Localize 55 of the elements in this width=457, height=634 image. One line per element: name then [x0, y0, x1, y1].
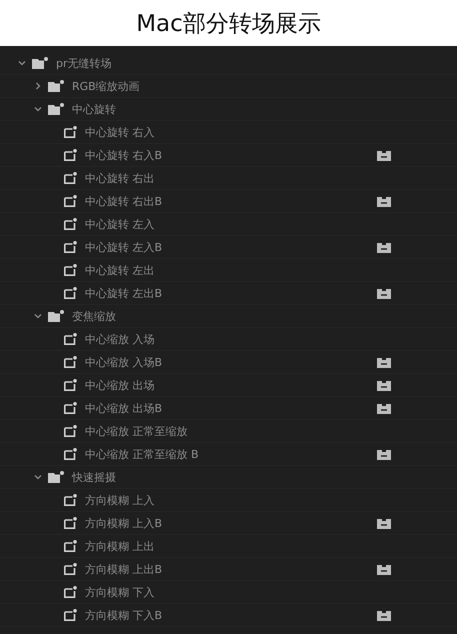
chevron-right-icon: [34, 82, 42, 90]
effect-label[interactable]: 方向模糊 上出: [85, 538, 154, 554]
effect-icon: [64, 402, 77, 414]
effect-icon: [64, 333, 77, 345]
folder-label[interactable]: 中心旋转: [72, 102, 116, 116]
effect-label[interactable]: 中心旋转 左出B: [85, 286, 162, 300]
effect-label[interactable]: 中心旋转 右出: [85, 170, 154, 186]
effect-label[interactable]: 方向模糊 上出B: [85, 562, 162, 576]
effect-icon: [64, 218, 77, 230]
effect-label[interactable]: 中心旋转 右入: [85, 124, 154, 140]
effect-label[interactable]: 中心缩放 出场: [85, 378, 154, 392]
effect-icon: [64, 540, 77, 552]
effect-icon: [64, 448, 77, 460]
folder-label[interactable]: RGB缩放动画: [72, 78, 140, 94]
effect-label[interactable]: 中心旋转 右出B: [85, 194, 162, 208]
effect-icon: [64, 494, 77, 506]
effect-icon: [64, 356, 77, 368]
effect-label[interactable]: 中心缩放 出场B: [85, 400, 162, 416]
effect-icon: [64, 609, 77, 621]
effect-label[interactable]: 方向模糊 上入: [85, 492, 154, 508]
folder-icon: [48, 310, 64, 322]
folder-label[interactable]: 快速摇摄: [72, 470, 116, 484]
effect-icon: [64, 126, 77, 138]
folder-label[interactable]: pr无缝转场: [56, 56, 112, 70]
effect-icon: [64, 425, 77, 437]
effect-icon: [64, 149, 77, 161]
effect-label[interactable]: 方向模糊 下入: [85, 584, 154, 600]
effect-icon: [64, 172, 77, 184]
effect-label[interactable]: 中心缩放 正常至缩放 B: [85, 446, 199, 462]
effect-label[interactable]: 中心缩放 入场B: [85, 354, 162, 370]
folder-icon: [32, 57, 48, 69]
effect-icon: [64, 517, 77, 529]
effect-label[interactable]: 中心旋转 左出: [85, 262, 154, 278]
effect-icon: [64, 264, 77, 276]
effect-icon: [64, 287, 77, 299]
chevron-down-icon: [34, 312, 42, 320]
chevron-down-icon: [34, 105, 42, 113]
effect-icon: [64, 195, 77, 207]
folder-label[interactable]: 变焦缩放: [72, 308, 116, 324]
effect-icon: [64, 379, 77, 391]
folder-icon: [48, 80, 64, 92]
effect-label[interactable]: 中心旋转 右入B: [85, 148, 162, 162]
effect-label[interactable]: 中心缩放 入场: [85, 332, 154, 346]
effect-icon: [64, 241, 77, 253]
effect-label[interactable]: 中心旋转 左入: [85, 216, 154, 232]
chevron-down-icon: [34, 473, 42, 481]
effect-icon: [64, 563, 77, 575]
chevron-down-icon: [18, 59, 26, 67]
effect-label[interactable]: 中心旋转 左入B: [85, 240, 162, 254]
folder-icon: [48, 471, 64, 483]
effect-icon: [64, 586, 77, 598]
effect-label[interactable]: 方向模糊 下入B: [85, 608, 162, 622]
effect-label[interactable]: 中心缩放 正常至缩放: [85, 424, 188, 438]
folder-icon: [48, 103, 64, 115]
effect-label[interactable]: 方向模糊 上入B: [85, 516, 162, 530]
